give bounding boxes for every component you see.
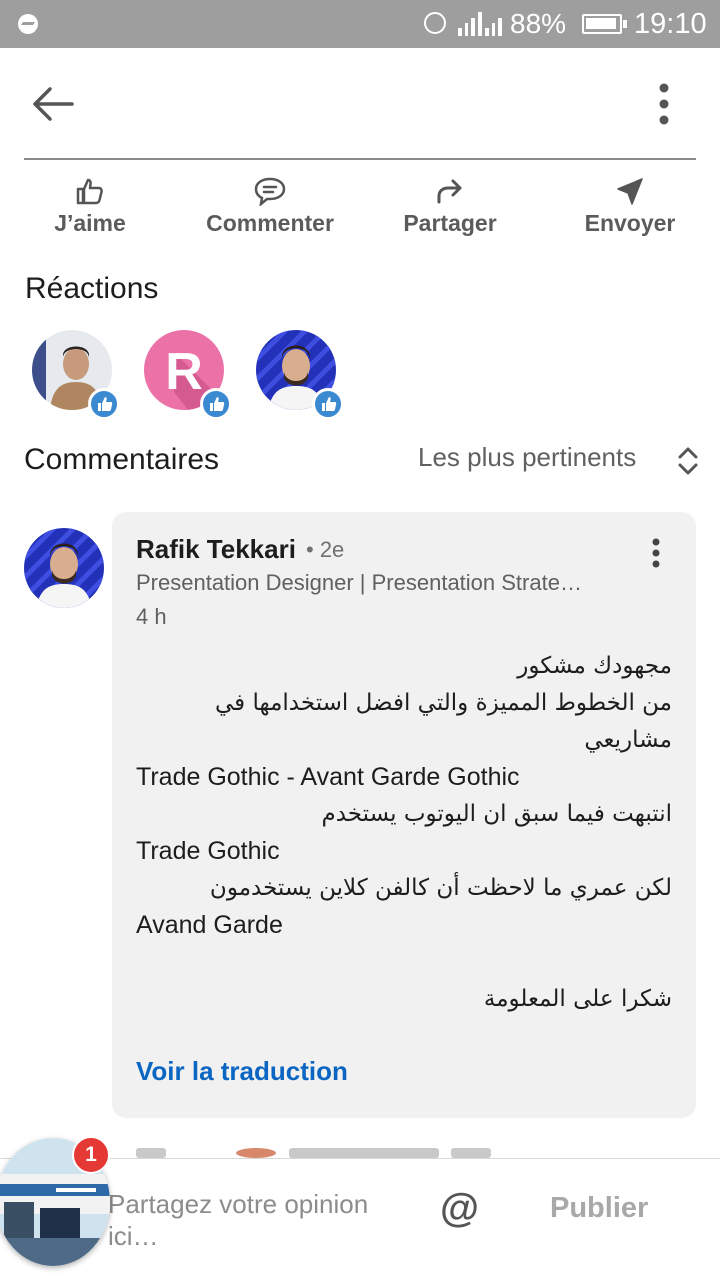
comment-label: Commenter <box>206 210 334 236</box>
divider <box>24 158 696 160</box>
comment-line: Avand Garde <box>136 911 283 939</box>
comment-button[interactable]: Commenter <box>190 172 350 244</box>
comment-line: مجهودك مشكور <box>517 653 672 679</box>
profile-photo <box>24 528 104 608</box>
more-vertical-icon <box>659 83 669 125</box>
messenger-icon <box>18 14 38 34</box>
like-reaction-icon <box>312 388 344 420</box>
publish-button[interactable]: Publier <box>550 1192 648 1225</box>
battery-percent: 88% <box>510 8 567 39</box>
sort-chevrons-icon[interactable] <box>676 444 700 478</box>
share-arrow-icon <box>437 179 462 204</box>
status-clock: 19:10 <box>634 8 707 40</box>
comment-line: لكن عمري ما لاحظت أن كالفن كلاين يستخدمو… <box>209 875 672 901</box>
top-app-bar <box>0 48 720 160</box>
comments-title: Commentaires <box>24 443 220 476</box>
see-translation-link[interactable]: Voir la traduction <box>136 1056 348 1087</box>
comment-bubble-icon <box>254 177 286 206</box>
reactions-title: Réactions <box>25 272 159 305</box>
comment-line: شكرا على المعلومة <box>483 986 672 1012</box>
post-actions-bar: J’aime Commenter Partager Envoyer <box>0 172 720 248</box>
send-button[interactable]: Envoyer <box>550 172 710 244</box>
mention-button[interactable]: @ <box>440 1186 479 1231</box>
arrow-left-icon <box>33 87 74 121</box>
overflow-menu-button[interactable] <box>640 78 688 130</box>
comment-line: انتبهت فيما سبق ان اليوتوب يستخدم <box>321 801 672 827</box>
comment-line: Trade Gothic <box>136 837 280 865</box>
sort-dropdown[interactable]: Les plus pertinents <box>418 442 636 482</box>
send-plane-icon <box>617 178 643 205</box>
alarm-icon <box>424 12 446 34</box>
comment-timestamp: 4 h <box>136 604 167 629</box>
comment-options-button[interactable] <box>644 536 668 570</box>
comment-line: مشاريعي <box>584 727 672 753</box>
connection-degree: • 2e <box>306 537 345 562</box>
comment-body: مجهودك مشكور من الخطوط المميزة والتي افض… <box>136 648 672 1018</box>
status-bar: 88% 19:10 <box>0 0 720 48</box>
share-label: Partager <box>403 210 497 236</box>
commenter-name[interactable]: Rafik Tekkari <box>136 534 296 565</box>
share-button[interactable]: Partager <box>370 172 530 244</box>
back-button[interactable] <box>26 78 78 130</box>
comment-input[interactable]: Partagez votre opinion ici… <box>108 1188 408 1252</box>
like-label: J’aime <box>54 210 126 236</box>
comment-line: من الخطوط المميزة والتي افضل استخدامها ف… <box>214 690 672 716</box>
battery-icon <box>582 14 627 34</box>
like-reaction-icon <box>200 388 232 420</box>
thumb-up-icon <box>76 178 103 205</box>
comment-line: Trade Gothic - Avant Garde Gothic <box>136 763 520 791</box>
comment-line <box>136 944 672 981</box>
send-label: Envoyer <box>584 210 676 236</box>
sort-label: Les plus pertinents <box>418 442 637 472</box>
like-button[interactable]: J’aime <box>10 172 170 244</box>
signal-icon <box>458 10 503 36</box>
commenter-headline: Presentation Designer | Presentation Str… <box>136 570 582 595</box>
notification-badge: 1 <box>72 1136 110 1174</box>
commenter-avatar[interactable] <box>24 528 104 608</box>
comment-actions-peek <box>136 1142 536 1158</box>
more-vertical-icon <box>652 538 660 568</box>
like-reaction-icon <box>88 388 120 420</box>
